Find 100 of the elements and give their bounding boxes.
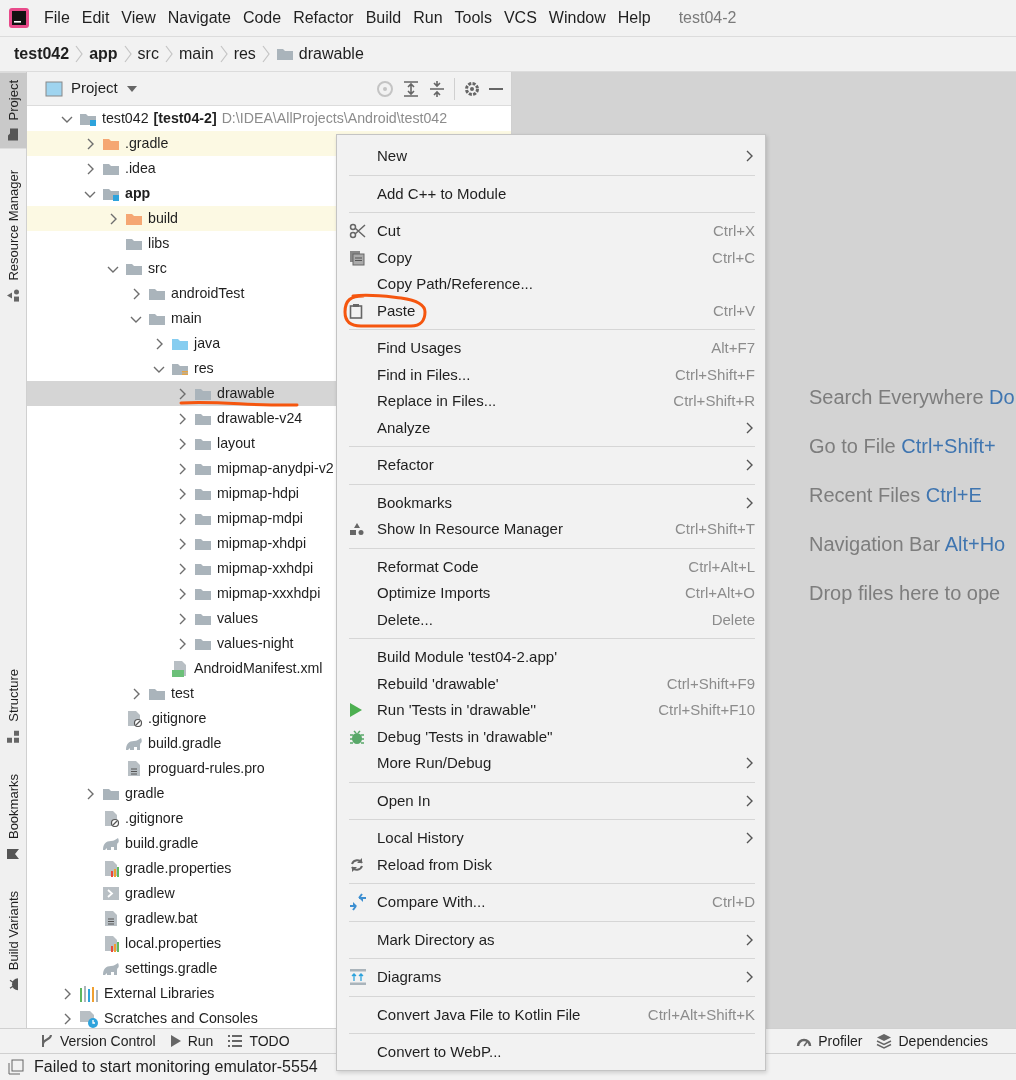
breadcrumb-item[interactable]: drawable [275,42,364,66]
folder-icon [194,611,212,626]
menu-item[interactable]: Optimize Imports Ctrl+Alt+O [337,580,765,607]
menu-item[interactable]: Navigate [161,6,237,30]
menu-item[interactable]: Find Usages Alt+F7 [337,335,765,362]
chevron-right-icon [164,45,173,63]
menu-item[interactable]: File [38,6,76,30]
menu-item[interactable]: Refactor [337,452,765,479]
menu-item[interactable]: Build Module 'test04-2.app' [337,644,765,671]
list-icon [227,1034,244,1048]
chart-file-icon [102,860,120,877]
menu-item[interactable]: Analyze [337,414,765,441]
menu-item[interactable]: Refactor [287,6,360,30]
toolbar-button[interactable] [463,79,481,98]
folder-icon [125,236,143,251]
folder-icon [194,536,212,551]
tool-window-tab[interactable]: Resource Manager [0,162,27,312]
tree-item[interactable]: test042 [test04-2] D:\IDEA\AllProjects\Android\test042 [27,106,511,131]
folder-icon [194,461,212,476]
text-file-icon [102,910,120,927]
terminal-icon [102,886,120,901]
elephant-icon [125,736,143,751]
chevron-right-icon [123,45,132,63]
tool-window-tab[interactable]: Build Variants [0,882,27,998]
tool-window-button[interactable]: Run [169,1030,228,1052]
folder-icon [171,361,189,376]
folder-icon [194,636,212,651]
tool-window-button[interactable]: Version Control [40,1030,170,1052]
structure-icon [6,729,21,744]
ignore-file-icon [125,710,143,727]
ignore-file-icon [102,810,120,827]
toolbar-button[interactable] [428,79,446,98]
menu-item[interactable]: Diagrams [337,964,765,991]
breadcrumb-item[interactable]: res [233,42,256,66]
toolbar-button[interactable] [402,79,420,98]
play-icon [349,702,363,719]
menu-item[interactable]: View [115,6,162,30]
collapse-all-icon [428,79,446,98]
menu-item[interactable]: Bookmarks [337,489,765,516]
menu-item[interactable]: Add C++ to Module [337,180,765,207]
menu-item[interactable]: Show In Resource Manager Ctrl+Shift+T [337,516,765,543]
menu-item[interactable]: Tools [448,6,498,30]
menu-item[interactable]: Copy Ctrl+C [337,244,765,271]
menu-item[interactable]: Build [359,6,408,30]
folder-icon [102,136,120,151]
expand-all-icon [402,79,420,98]
chevron-right-icon [219,45,228,63]
folder-icon [102,786,120,801]
folder-icon [148,286,166,301]
menu-item[interactable]: Compare With... Ctrl+D [337,889,765,916]
window-title: test04-2 [678,8,737,28]
folder-icon [102,186,120,201]
elephant-icon [102,836,120,851]
folder-icon [7,127,20,142]
menu-item[interactable]: Mark Directory as [337,926,765,953]
menu-item[interactable]: Delete... Delete [337,606,765,633]
tool-window-tab[interactable]: Project [0,72,27,149]
menu-item[interactable]: Convert to WebP... [337,1039,765,1066]
dropdown-button[interactable] [125,84,138,93]
app-logo-icon [8,7,30,29]
tool-window-button[interactable]: TODO [227,1030,304,1052]
breadcrumb-item[interactable]: main [178,42,214,66]
editor-hint: Navigation Bar Alt+Ho [809,532,1007,556]
status-message: Failed to start monitoring emulator-5554 [34,1057,318,1077]
folder-icon [102,161,120,176]
menu-item[interactable]: More Run/Debug [337,750,765,777]
bookmark-icon [6,847,21,860]
tool-window-button[interactable]: Dependencies [876,1030,1002,1052]
menu-item[interactable]: Copy Path/Reference... [337,271,765,298]
menu-item[interactable]: Window [542,6,612,30]
folder-icon [194,411,212,426]
menu-item[interactable]: Edit [75,6,116,30]
menu-item[interactable]: VCS [497,6,543,30]
folder-icon [194,511,212,526]
folder-icon [79,111,97,126]
menu-item[interactable]: Debug 'Tests in 'drawable'' [337,723,765,750]
tool-window-button[interactable]: Profiler [796,1030,877,1052]
menu-item[interactable]: Local History [337,825,765,852]
menu-item[interactable]: Run 'Tests in 'drawable'' Ctrl+Shift+F10 [337,697,765,724]
breadcrumb-item[interactable]: test042 [14,42,70,66]
folder-icon [171,336,189,351]
tool-window-tab[interactable]: Structure [0,660,27,752]
menu-item[interactable]: Rebuild 'drawable' Ctrl+Shift+F9 [337,670,765,697]
folder-icon [194,486,212,501]
menu-item[interactable]: Convert Java File to Kotlin File Ctrl+Alt+Shift+K [337,1001,765,1028]
breadcrumb-item[interactable]: app [89,42,118,66]
menu-item[interactable]: Code [236,6,288,30]
menu-item[interactable]: Run [407,6,449,30]
menu-item[interactable]: Help [611,6,657,30]
copy-icon [349,249,365,266]
library-icon [79,985,99,1002]
breadcrumb-item[interactable]: src [137,42,159,66]
menu-item[interactable]: Open In [337,787,765,814]
menu-item[interactable]: Paste Ctrl+V [337,297,765,324]
tool-window-tab[interactable]: Bookmarks [0,765,27,869]
editor-hint: Search Everywhere Do [809,385,1016,409]
editor-hint: Drop files here to ope [809,581,1002,605]
toolbar-button[interactable] [489,87,503,90]
menu-item[interactable]: Reformat Code Ctrl+Alt+L [337,553,765,580]
menu-item[interactable]: Reload from Disk [337,851,765,878]
